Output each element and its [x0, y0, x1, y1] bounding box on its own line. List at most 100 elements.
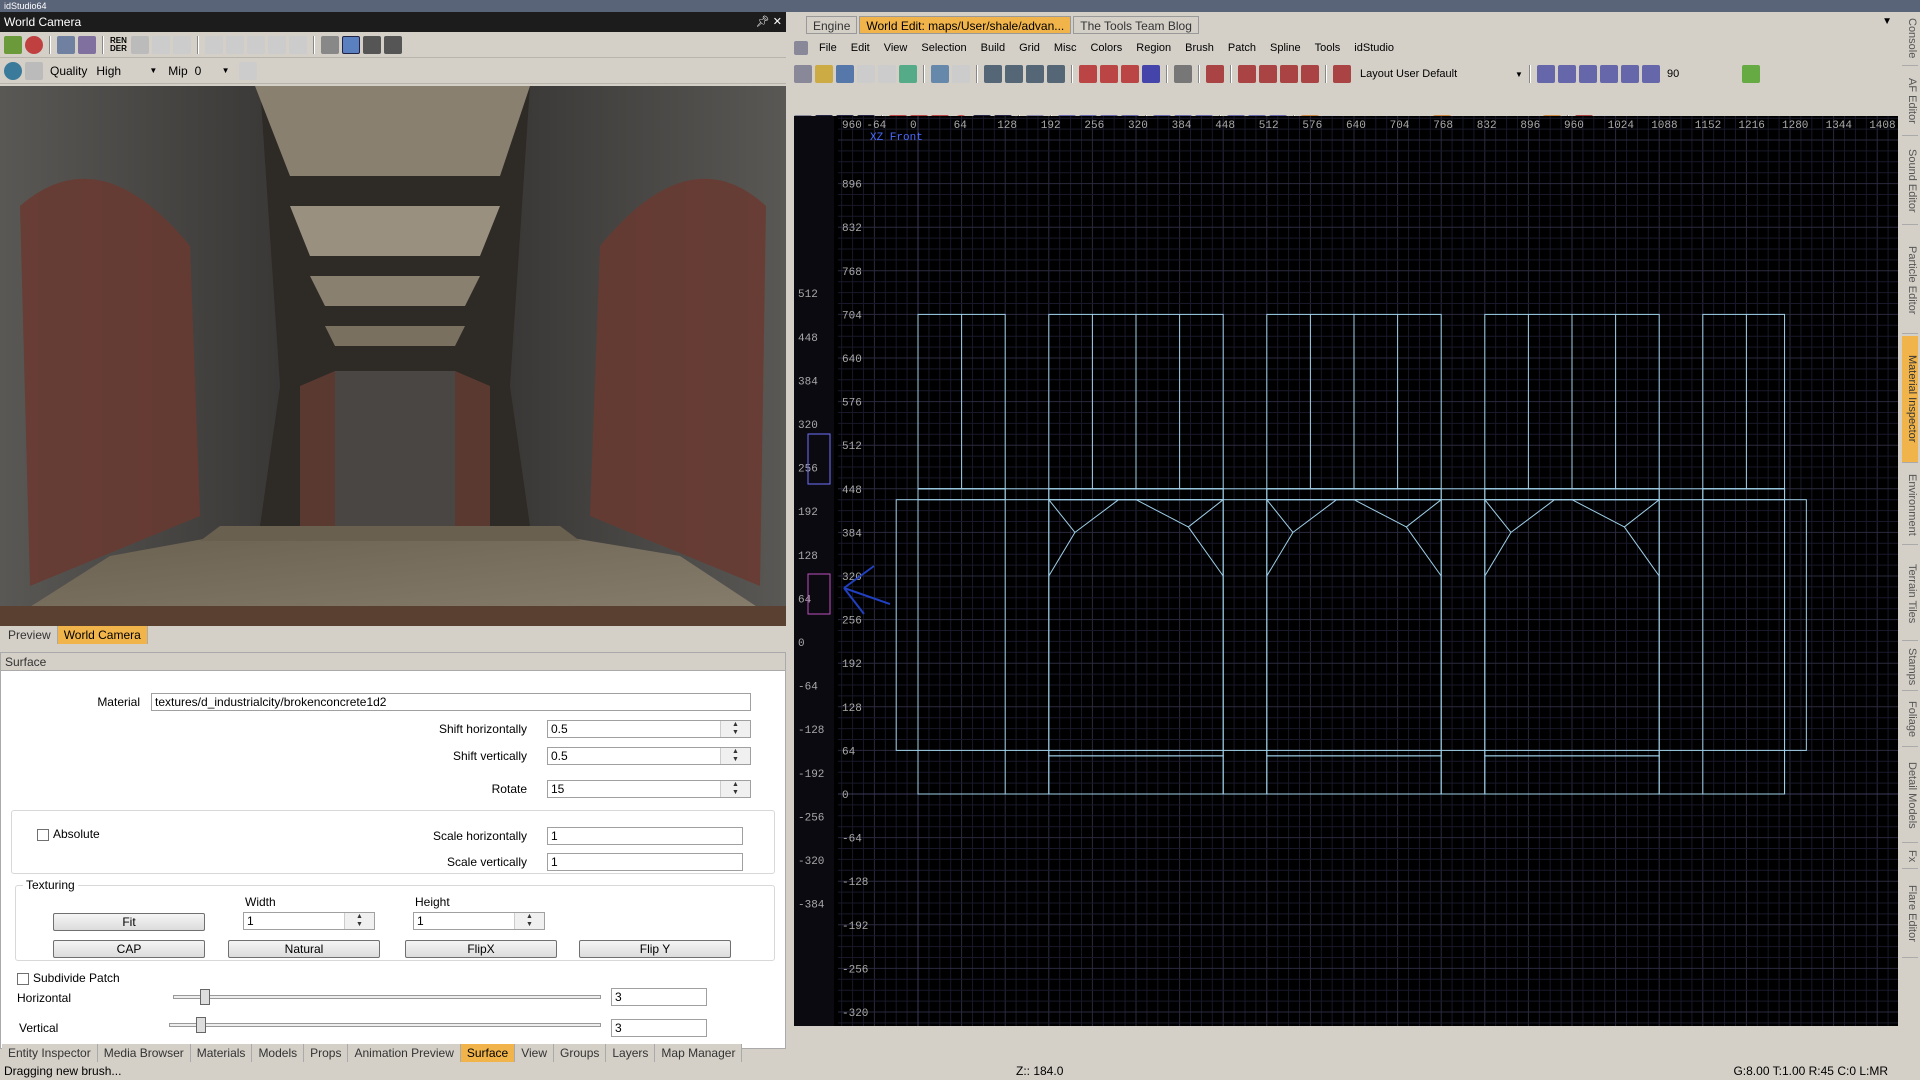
chevron-down-icon[interactable]: ▼	[1515, 70, 1523, 79]
vertical-slider[interactable]	[169, 1017, 601, 1033]
subdivide-checkbox[interactable]	[17, 973, 29, 985]
flip-x-icon[interactable]	[984, 65, 1002, 83]
fit-button[interactable]: Fit	[53, 913, 205, 931]
link-icon[interactable]	[268, 35, 286, 54]
vertical-slider-thumb[interactable]	[196, 1017, 206, 1033]
horizontal-slider-thumb[interactable]	[200, 989, 210, 1005]
shift-v-spinbox[interactable]: 0.5 ▲ ▼	[547, 747, 751, 765]
menu-selection[interactable]: Selection	[914, 42, 973, 54]
flip-y-icon[interactable]	[1005, 65, 1023, 83]
scale-icon[interactable]	[1174, 65, 1192, 83]
spin-arrows-icon[interactable]: ▲ ▼	[344, 913, 374, 929]
horizontal-input[interactable]: 3	[611, 988, 707, 1006]
material-input[interactable]: textures/d_industrialcity/brokenconcrete…	[151, 693, 751, 711]
menu-tools[interactable]: Tools	[1308, 42, 1348, 54]
bottom-tab-media-browser[interactable]: Media Browser	[97, 1044, 191, 1062]
vertical-input[interactable]: 3	[611, 1019, 707, 1037]
rotate-x-icon[interactable]	[1620, 65, 1639, 83]
menu-patch[interactable]: Patch	[1221, 42, 1263, 54]
side-tab-fx[interactable]: Fx	[1902, 845, 1918, 869]
spin-arrows-icon[interactable]: ▲ ▼	[720, 721, 750, 737]
menu-spline[interactable]: Spline	[1263, 42, 1308, 54]
scale-h-input[interactable]: 1	[547, 827, 743, 845]
entity-icon[interactable]	[363, 35, 381, 54]
side-tab-sound-editor[interactable]: Sound Editor	[1902, 138, 1918, 225]
xz-front-viewport[interactable]: 960 -64 0 64 128 192 256 320 384 448 512 576 640 704 7…	[794, 116, 1898, 1026]
spin-arrows-icon[interactable]: ▲ ▼	[720, 748, 750, 764]
flip-z-icon[interactable]	[1026, 65, 1044, 83]
menu-idstudio[interactable]: idStudio	[1347, 42, 1401, 54]
new-map-icon[interactable]	[794, 65, 812, 83]
filter-icon[interactable]	[78, 35, 96, 54]
crosshair-icon[interactable]	[238, 61, 257, 80]
quality-select[interactable]: High	[96, 64, 146, 78]
axis-xz-icon[interactable]	[1557, 65, 1576, 83]
bottom-tab-entity-inspector[interactable]: Entity Inspector	[2, 1044, 98, 1062]
rotate-icon[interactable]	[1047, 65, 1065, 83]
bottom-tab-models[interactable]: Models	[252, 1044, 305, 1062]
tab-list-icon[interactable]: ▼	[1882, 16, 1892, 27]
menu-view[interactable]: View	[877, 42, 915, 54]
bottom-tab-props[interactable]: Props	[304, 1044, 349, 1062]
menu-file[interactable]: File	[812, 42, 844, 54]
side-tab-detail-models[interactable]: Detail Models	[1902, 749, 1918, 843]
cap-button[interactable]: CAP	[53, 940, 205, 958]
bottom-tab-animation-preview[interactable]: Animation Preview	[348, 1044, 461, 1062]
side-tab-flare-editor[interactable]: Flare Editor	[1902, 871, 1918, 958]
side-tab-stamps[interactable]: Stamps	[1902, 643, 1918, 691]
lock-texture-icon[interactable]	[1259, 65, 1277, 83]
bottom-tab-surface[interactable]: Surface	[460, 1044, 516, 1062]
redo-icon[interactable]	[952, 65, 970, 83]
spin-arrows-icon[interactable]: ▲ ▼	[514, 913, 544, 929]
close-icon[interactable]: ✕	[773, 16, 782, 28]
save-icon[interactable]	[836, 65, 854, 83]
bottom-tab-view[interactable]: View	[515, 1044, 555, 1062]
document-tab[interactable]: World Edit: maps/User/shale/advan...	[859, 16, 1072, 34]
merge-icon[interactable]	[1121, 65, 1139, 83]
rotate-spinbox[interactable]: 15 ▲ ▼	[547, 780, 751, 798]
menu-misc[interactable]: Misc	[1047, 42, 1084, 54]
angle-value[interactable]: 90	[1667, 68, 1679, 80]
group-icon[interactable]	[899, 65, 917, 83]
horizontal-slider[interactable]	[173, 989, 601, 1005]
tab-world-camera[interactable]: World Camera	[57, 626, 148, 644]
world-camera-viewport[interactable]	[0, 86, 786, 626]
menu-build[interactable]: Build	[974, 42, 1012, 54]
chevron-down-icon[interactable]: ▼	[222, 66, 230, 75]
shield-icon[interactable]	[289, 35, 307, 54]
rotate-z-icon[interactable]	[1599, 65, 1618, 83]
bottom-tab-layers[interactable]: Layers	[606, 1044, 656, 1062]
layout-select[interactable]: User Default	[1396, 68, 1512, 80]
side-tab-environment[interactable]: Environment	[1902, 465, 1918, 546]
menu-edit[interactable]: Edit	[844, 42, 877, 54]
select-mode-icon[interactable]	[342, 35, 360, 54]
camera-icon[interactable]	[4, 35, 22, 54]
globe-icon[interactable]	[4, 61, 22, 80]
refresh-icon[interactable]	[1742, 65, 1761, 83]
document-tab[interactable]: The Tools Team Blog	[1073, 16, 1199, 34]
texture-icon[interactable]	[1238, 65, 1256, 83]
shift-h-spinbox[interactable]: 0.5 ▲ ▼	[547, 720, 751, 738]
material-icon[interactable]	[1301, 65, 1319, 83]
side-tab-particle-editor[interactable]: Particle Editor	[1902, 227, 1918, 334]
target-icon[interactable]	[1206, 65, 1224, 83]
menu-region[interactable]: Region	[1129, 42, 1178, 54]
network-icon[interactable]	[384, 35, 402, 54]
cut-icon[interactable]	[131, 35, 149, 54]
menu-grid[interactable]: Grid	[1012, 42, 1047, 54]
pin-icon[interactable]: 📌︎	[756, 16, 770, 28]
side-tab-terrain-tiles[interactable]: Terrain Tiles	[1902, 547, 1918, 641]
axis-yz-icon[interactable]	[1578, 65, 1597, 83]
camera-move-icon[interactable]	[321, 35, 339, 54]
hollow-icon[interactable]	[1100, 65, 1118, 83]
flipy-button[interactable]: Flip Y	[579, 940, 731, 958]
clipper-icon[interactable]	[1142, 65, 1160, 83]
image-icon[interactable]	[1280, 65, 1298, 83]
render-mode-icon[interactable]	[25, 35, 43, 54]
side-tab-af-editor[interactable]: AF Editor	[1902, 68, 1918, 136]
lighting-icon[interactable]	[57, 35, 75, 54]
bottom-tab-materials[interactable]: Materials	[190, 1044, 253, 1062]
side-tab-foliage[interactable]: Foliage	[1902, 693, 1918, 747]
grid-icon[interactable]	[205, 35, 223, 54]
bottom-tab-groups[interactable]: Groups	[554, 1044, 607, 1062]
